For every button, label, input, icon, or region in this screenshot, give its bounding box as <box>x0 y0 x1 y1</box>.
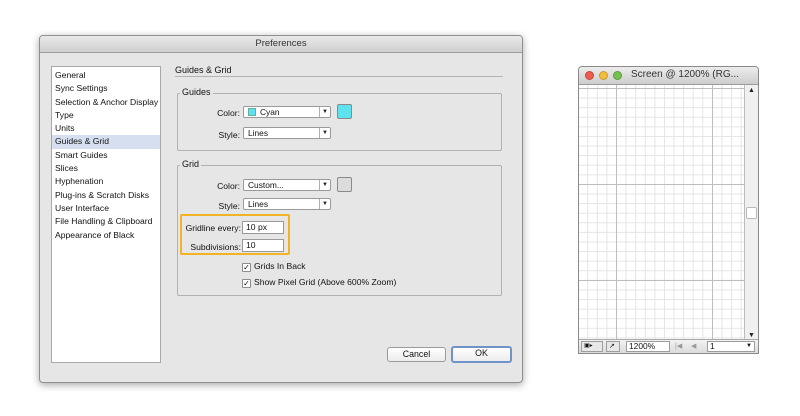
sidebar-item-guides-grid[interactable]: Guides & Grid <box>52 135 160 149</box>
document-status-bar: ▣▸ ↗ 1200% |◀ ◀ 1 ▼ <box>579 339 758 353</box>
document-titlebar: Screen @ 1200% (RG... <box>579 67 758 85</box>
camera-icon[interactable]: ▣▸ <box>581 341 603 352</box>
vertical-scrollbar[interactable]: ▲ ▼ <box>744 85 758 341</box>
zoom-level-value: 1200% <box>629 341 656 351</box>
preferences-category-list: General Sync Settings Selection & Anchor… <box>51 66 161 363</box>
preferences-dialog: Preferences General Sync Settings Select… <box>39 35 523 383</box>
zoom-level-select[interactable]: 1200% <box>626 341 670 352</box>
grid-color-value: Custom... <box>248 180 284 190</box>
sidebar-item-hyphenation[interactable]: Hyphenation <box>52 175 160 188</box>
grid-style-select[interactable]: Lines ▼ <box>243 198 331 210</box>
zoom-window-icon[interactable] <box>613 71 622 80</box>
grid-style-value: Lines <box>248 199 269 209</box>
show-pixel-grid-label: Show Pixel Grid (Above 600% Zoom) <box>254 277 397 287</box>
sidebar-item-selection-anchor-display[interactable]: Selection & Anchor Display <box>52 96 160 109</box>
artboard-number: 1 <box>710 341 715 351</box>
grid-style-label: Style: <box>218 201 241 211</box>
sidebar-item-appearance-of-black[interactable]: Appearance of Black <box>52 229 160 242</box>
guides-color-select[interactable]: Cyan ▼ <box>243 106 331 118</box>
grid-color-swatch[interactable] <box>337 177 352 192</box>
grids-in-back-label: Grids In Back <box>254 261 306 271</box>
sidebar-item-smart-guides[interactable]: Smart Guides <box>52 149 160 162</box>
subdivisions-label: Subdivisions: <box>190 242 241 252</box>
chevron-down-icon: ▼ <box>319 128 330 138</box>
guides-color-value: Cyan <box>260 107 280 117</box>
gridline-every-label: Gridline every: <box>185 223 241 233</box>
sidebar-item-slices[interactable]: Slices <box>52 162 160 175</box>
grid-color-label: Color: <box>217 181 240 191</box>
section-divider <box>175 76 503 77</box>
guides-style-label: Style: <box>218 130 241 140</box>
chevron-down-icon: ▼ <box>746 343 752 349</box>
scroll-up-icon[interactable]: ▲ <box>745 85 758 96</box>
document-title: Screen @ 1200% (RG... <box>631 69 739 80</box>
gridline-every-input[interactable]: 10 px <box>242 221 284 234</box>
grid-color-select[interactable]: Custom... ▼ <box>243 179 331 191</box>
sidebar-item-file-handling-clipboard[interactable]: File Handling & Clipboard <box>52 215 160 228</box>
grids-in-back-checkbox[interactable]: ✓ <box>242 263 251 272</box>
guides-style-value: Lines <box>248 128 269 138</box>
chevron-down-icon: ▼ <box>319 180 330 190</box>
sidebar-item-type[interactable]: Type <box>52 109 160 122</box>
prev-page-icon[interactable]: ◀ <box>691 342 696 350</box>
sidebar-item-general[interactable]: General <box>52 69 160 82</box>
ok-button[interactable]: OK <box>451 346 512 363</box>
guides-style-select[interactable]: Lines ▼ <box>243 127 331 139</box>
close-window-icon[interactable] <box>585 71 594 80</box>
guides-group <box>177 93 502 151</box>
guides-color-label: Color: <box>217 108 240 118</box>
show-pixel-grid-checkbox[interactable]: ✓ <box>242 279 251 288</box>
document-window: Screen @ 1200% (RG... ▲ ▼ ▣▸ ↗ 1200% |◀ … <box>578 66 759 354</box>
artboard-select[interactable]: 1 ▼ <box>707 341 755 352</box>
sidebar-item-user-interface[interactable]: User Interface <box>52 202 160 215</box>
chevron-down-icon: ▼ <box>319 199 330 209</box>
sidebar-item-plugins-scratch-disks[interactable]: Plug-ins & Scratch Disks <box>52 189 160 202</box>
sidebar-item-sync-settings[interactable]: Sync Settings <box>52 82 160 95</box>
minimize-window-icon[interactable] <box>599 71 608 80</box>
section-title: Guides & Grid <box>175 65 232 75</box>
cyan-swatch-icon <box>248 108 256 116</box>
subdivisions-input[interactable]: 10 <box>242 239 284 252</box>
cancel-button[interactable]: Cancel <box>387 347 446 362</box>
guides-color-swatch[interactable] <box>337 104 352 119</box>
first-page-icon[interactable]: |◀ <box>675 342 682 350</box>
sidebar-item-units[interactable]: Units <box>52 122 160 135</box>
share-icon[interactable]: ↗ <box>606 341 620 352</box>
chevron-down-icon: ▼ <box>319 107 330 117</box>
guides-group-label: Guides <box>180 87 213 97</box>
dialog-title: Preferences <box>40 36 522 53</box>
show-pixel-grid-option[interactable]: ✓ Show Pixel Grid (Above 600% Zoom) <box>242 277 396 288</box>
pixel-grid-canvas[interactable] <box>579 85 745 341</box>
grids-in-back-option[interactable]: ✓ Grids In Back <box>242 261 306 272</box>
grid-group-label: Grid <box>180 159 202 169</box>
scroll-thumb[interactable] <box>746 207 757 219</box>
